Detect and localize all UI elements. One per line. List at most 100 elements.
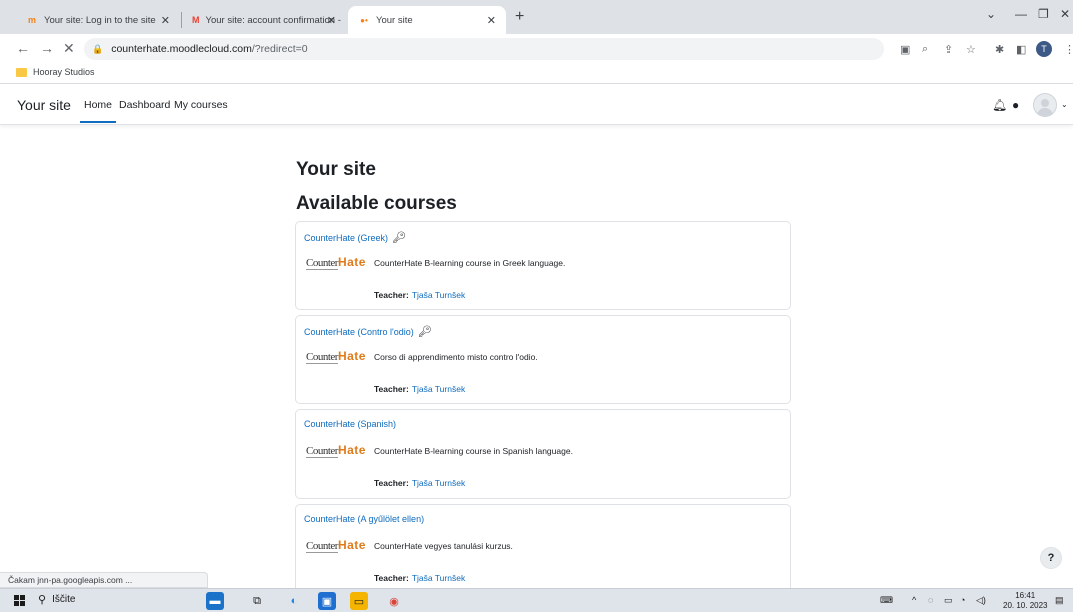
available-courses-heading: Available courses <box>296 193 457 214</box>
course-card: CounterHate (Greek) 🔑︎ Counter Hate Counte… <box>295 221 791 310</box>
counterhate-logo: Counter Hate <box>306 255 366 273</box>
user-body-shape <box>1037 108 1053 116</box>
search-icon: ⚲ <box>38 594 47 606</box>
chevron-down-icon[interactable]: ⌄ <box>1061 100 1068 109</box>
back-icon[interactable]: ← <box>16 40 30 56</box>
logo-part-hate: Hate <box>337 349 366 363</box>
edge-icon[interactable]: ◐ <box>285 592 303 610</box>
user-head-shape <box>1041 99 1049 107</box>
tab-search-icon[interactable]: ⌄ <box>986 7 996 21</box>
user-avatar[interactable] <box>1033 93 1057 117</box>
course-link[interactable]: CounterHate (A gyűlölet ellen) <box>304 514 424 524</box>
chrome-icon[interactable]: ◉ <box>385 592 403 610</box>
logo-part-hate: Hate <box>337 443 366 457</box>
folder-icon <box>16 67 27 77</box>
site-brand[interactable]: Your site <box>17 97 71 113</box>
keyboard-layout-icon[interactable]: ⌨ <box>880 595 893 606</box>
browser-tab-login[interactable]: m Your site: Log in to the site ✕ <box>16 6 180 34</box>
clock-date: 20. 10. 2023 <box>1003 601 1048 610</box>
course-link[interactable]: CounterHate (Spanish) <box>304 419 396 429</box>
key-icon: 🔑︎ <box>392 232 407 244</box>
close-icon[interactable]: ✕ <box>161 14 170 27</box>
nav-home[interactable]: Home <box>79 99 117 123</box>
profile-avatar[interactable]: T <box>1036 41 1052 57</box>
address-bar[interactable]: 🔒 counterhate.moodlecloud.com/?redirect=… <box>84 38 884 60</box>
bookmark-label: Hooray Studios <box>33 67 95 77</box>
course-summary: CounterHate B-learning course in Greek l… <box>374 258 566 268</box>
bookmark-folder[interactable]: Hooray Studios <box>16 67 95 77</box>
teacher-link[interactable]: Tjaša Turnšek <box>412 478 465 488</box>
teacher-link[interactable]: Tjaša Turnšek <box>412 573 465 583</box>
file-explorer-icon[interactable]: ▬ <box>206 592 224 610</box>
minimize-icon[interactable]: — <box>1015 7 1027 21</box>
notifications-icon[interactable]: ▤ <box>1055 595 1064 606</box>
messages-icon[interactable]: ● <box>1012 98 1019 112</box>
course-summary: Corso di apprendimento misto contro l'od… <box>374 352 538 362</box>
windows-start-icon[interactable] <box>14 595 25 606</box>
translate-icon[interactable]: ▣ <box>900 43 910 56</box>
stop-icon[interactable]: ✕ <box>63 40 75 57</box>
taskbar-search[interactable]: ⚲ Iščite <box>38 593 75 606</box>
course-name-text[interactable]: CounterHate (Spanish) <box>304 419 396 429</box>
battery-icon[interactable]: ▭ <box>944 595 953 606</box>
counterhate-logo: Counter Hate <box>306 538 366 556</box>
store-icon[interactable]: ▣ <box>318 592 336 610</box>
window-close-icon[interactable]: ✕ <box>1060 7 1070 21</box>
logo-part-hate: Hate <box>337 255 366 269</box>
side-panel-icon[interactable]: ◧ <box>1016 43 1026 56</box>
share-icon[interactable]: ⇪ <box>944 43 953 56</box>
course-link[interactable]: CounterHate (Contro l'odio) 🔑︎ <box>304 325 432 338</box>
nav-my-courses[interactable]: My courses <box>174 99 228 111</box>
browser-tab-strip: m Your site: Log in to the site ✕ M Your… <box>0 0 1073 34</box>
course-teacher: Teacher: Tjaša Turnšek <box>374 384 465 394</box>
teacher-link[interactable]: Tjaša Turnšek <box>412 290 465 300</box>
course-card: CounterHate (Spanish) Counter Hate Counte… <box>295 409 791 499</box>
bookmark-star-icon[interactable]: ☆ <box>966 43 976 56</box>
forward-icon[interactable]: → <box>40 40 54 56</box>
course-link[interactable]: CounterHate (Greek) 🔑︎ <box>304 231 406 244</box>
logo-part-counter: Counter <box>306 257 338 270</box>
nav-dashboard[interactable]: Dashboard <box>119 99 170 111</box>
teacher-label: Teacher: <box>374 573 409 583</box>
logo-part-hate: Hate <box>337 538 366 552</box>
logo-part-counter: Counter <box>306 445 338 458</box>
clock-time: 16:41 <box>1015 591 1036 600</box>
address-host: counterhate.moodlecloud.com <box>111 43 252 55</box>
gmail-icon: M <box>192 15 200 25</box>
browser-tab-gmail[interactable]: M Your site: account confirmation - ✕ <box>182 6 346 34</box>
task-view-icon[interactable]: ⧉ <box>248 592 266 610</box>
browser-tab-your-site[interactable]: ●• Your site ✕ <box>348 6 506 34</box>
close-icon[interactable]: ✕ <box>487 14 496 27</box>
tab-title: Your site: account confirmation - <box>205 14 341 26</box>
course-teacher: Teacher: Tjaša Turnšek <box>374 290 465 300</box>
teacher-link[interactable]: Tjaša Turnšek <box>412 384 465 394</box>
course-name-text[interactable]: CounterHate (A gyűlölet ellen) <box>304 514 424 524</box>
volume-icon[interactable]: ◁) <box>976 595 986 606</box>
course-summary: CounterHate B-learning course in Spanish… <box>374 446 573 456</box>
extensions-icon[interactable]: ✱ <box>995 43 1004 56</box>
lock-icon: 🔒 <box>92 43 104 54</box>
counterhate-logo: Counter Hate <box>306 443 366 461</box>
page-title: Your site <box>296 159 376 180</box>
address-path: /?redirect=0 <box>251 43 308 55</box>
teacher-label: Teacher: <box>374 478 409 488</box>
course-name-text[interactable]: CounterHate (Greek) <box>304 233 388 243</box>
site-navbar: Your site Home Dashboard My courses 🔔︎ ●… <box>0 85 1073 125</box>
maximize-icon[interactable]: ❐ <box>1038 7 1049 21</box>
loading-icon: ●• <box>360 15 368 25</box>
course-teacher: Teacher: Tjaša Turnšek <box>374 478 465 488</box>
network-icon[interactable]: ◌ <box>928 595 933 605</box>
browser-toolbar: ← → ✕ 🔒 counterhate.moodlecloud.com/?red… <box>0 34 1073 64</box>
folder-app-icon[interactable]: ▭ <box>350 592 368 610</box>
course-name-text[interactable]: CounterHate (Contro l'odio) <box>304 327 414 337</box>
menu-icon[interactable]: ⋮ <box>1064 43 1073 56</box>
zoom-icon[interactable]: ⌕ <box>922 43 928 56</box>
help-button[interactable]: ? <box>1040 547 1062 569</box>
notification-bell-icon[interactable]: 🔔︎ <box>992 98 1007 112</box>
show-hidden-icons-icon[interactable]: ^ <box>912 595 916 605</box>
course-card: CounterHate (Contro l'odio) 🔑︎ Counter Hat… <box>295 315 791 404</box>
wifi-icon[interactable]: ◔ <box>960 595 965 605</box>
close-icon[interactable]: ✕ <box>327 14 336 27</box>
system-clock[interactable]: 16:41 20. 10. 2023 <box>1003 591 1047 611</box>
new-tab-button[interactable]: + <box>515 8 524 26</box>
